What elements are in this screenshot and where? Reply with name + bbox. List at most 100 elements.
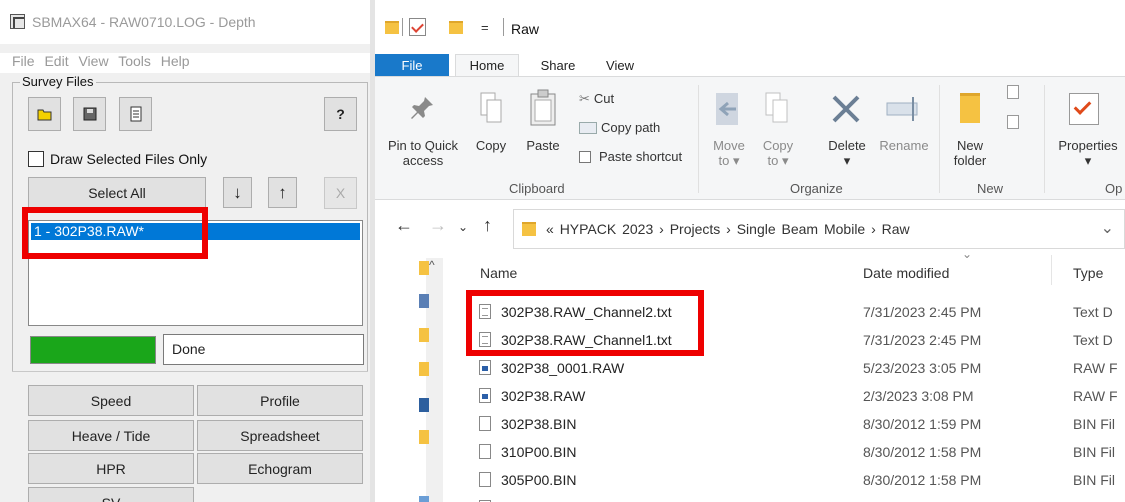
column-divider[interactable] xyxy=(1051,255,1052,285)
menu-bar: File Edit View Tools Help xyxy=(0,53,370,73)
cut-button[interactable]: ✂ Cut xyxy=(579,91,614,106)
file-date: 7/31/2023 2:45 PM xyxy=(863,332,982,348)
paste-button[interactable]: Paste xyxy=(523,138,563,153)
file-row[interactable] xyxy=(471,497,1125,502)
annotation-highlight-box xyxy=(22,207,208,259)
move-up-button[interactable]: ↑ xyxy=(268,177,297,208)
app-icon xyxy=(10,14,25,29)
file-row[interactable]: 310P00.BIN 8/30/2012 1:58 PM BIN Fil xyxy=(471,441,1125,463)
folder-icon xyxy=(522,222,536,236)
folder-icon[interactable] xyxy=(419,430,429,444)
up-arrow-icon[interactable]: ↑ xyxy=(483,215,492,236)
properties-button[interactable]: Properties ▾ xyxy=(1055,138,1121,168)
speed-button[interactable]: Speed xyxy=(28,385,194,416)
profile-button[interactable]: Profile xyxy=(197,385,363,416)
window-title: Raw xyxy=(511,21,540,37)
file-date: 8/30/2012 1:59 PM xyxy=(863,416,982,432)
new-folder-icon[interactable] xyxy=(449,21,463,34)
menu-view[interactable]: View xyxy=(78,53,108,69)
rename-button[interactable]: Rename xyxy=(878,138,930,153)
move-to-button[interactable]: Move to ▾ xyxy=(709,138,749,168)
paste-icon xyxy=(530,89,556,126)
save-button[interactable] xyxy=(73,97,106,131)
building-icon[interactable] xyxy=(419,398,429,412)
file-row[interactable]: 302P38.RAW 2/3/2023 3:08 PM RAW F xyxy=(471,385,1125,407)
breadcrumb-path[interactable]: HYPACK 2023 › Projects › Single Beam Mob… xyxy=(560,221,910,237)
draw-selected-checkbox[interactable]: Draw Selected Files Only xyxy=(28,150,207,168)
quick-access-toolbar: = Raw xyxy=(375,0,1125,54)
new-folder-button[interactable]: New folder xyxy=(948,138,992,168)
file-type: RAW F xyxy=(1073,360,1118,376)
hpr-button[interactable]: HPR xyxy=(28,453,194,484)
folder-icon[interactable] xyxy=(419,261,429,275)
chevron-down-icon[interactable]: ⌄ xyxy=(1101,218,1114,238)
sort-chevron-icon: ⌄ xyxy=(962,247,973,261)
pin-to-quick-access-button[interactable]: Pin to Quick access xyxy=(383,138,463,168)
menu-help[interactable]: Help xyxy=(161,53,190,69)
scroll-up-icon[interactable]: ^ xyxy=(429,258,435,272)
save-icon xyxy=(83,107,96,121)
recent-locations-icon[interactable]: ⌄ xyxy=(458,220,468,234)
file-type: RAW F xyxy=(1073,388,1118,404)
properties-icon xyxy=(1069,93,1099,125)
customize-toolbar-icon[interactable]: = xyxy=(481,20,489,35)
breadcrumb-overflow[interactable]: « xyxy=(546,221,554,237)
file-row[interactable]: 302P38_0001.RAW 5/23/2023 3:05 PM RAW F xyxy=(471,357,1125,379)
remove-file-button[interactable]: X xyxy=(324,177,357,209)
file-type: BIN Fil xyxy=(1073,472,1115,488)
copy-button[interactable]: Copy xyxy=(471,138,511,153)
copy-path-icon xyxy=(579,122,597,134)
properties-check-icon[interactable] xyxy=(409,18,426,36)
echogram-button[interactable]: Echogram xyxy=(197,453,363,484)
column-name[interactable]: Name xyxy=(480,265,517,281)
computer-icon[interactable] xyxy=(419,496,429,502)
tab-file[interactable]: File xyxy=(375,54,449,76)
tab-home[interactable]: Home xyxy=(455,54,519,76)
folder-icon[interactable] xyxy=(419,328,429,342)
new-item-icon[interactable] xyxy=(1007,85,1019,99)
file-type: Text D xyxy=(1073,304,1113,320)
paste-shortcut-button[interactable]: Paste shortcut xyxy=(579,149,682,164)
back-arrow-icon[interactable]: ← xyxy=(395,215,413,236)
file-date: 2/3/2023 3:08 PM xyxy=(863,388,974,404)
paste-shortcut-icon xyxy=(579,151,591,163)
folder-icon[interactable] xyxy=(419,362,429,376)
help-button[interactable]: ? xyxy=(324,97,357,131)
raw-file-icon xyxy=(479,388,491,403)
address-bar[interactable]: « HYPACK 2023 › Projects › Single Beam M… xyxy=(513,209,1125,249)
raw-file-icon xyxy=(479,360,491,375)
copy-path-label: Copy path xyxy=(601,120,661,135)
menu-edit[interactable]: Edit xyxy=(44,53,68,69)
copy-to-button[interactable]: Copy to ▾ xyxy=(758,138,798,168)
copy-to-icon xyxy=(765,92,788,123)
column-date-modified[interactable]: Date modified xyxy=(863,265,949,281)
file-row[interactable]: 305P00.BIN 8/30/2012 1:58 PM BIN Fil xyxy=(471,469,1125,491)
draw-selected-label: Draw Selected Files Only xyxy=(50,151,208,167)
file-type: Text D xyxy=(1073,332,1113,348)
tab-share[interactable]: Share xyxy=(533,54,583,76)
forward-arrow-icon[interactable]: → xyxy=(429,215,447,236)
move-down-button[interactable]: ↓ xyxy=(223,177,252,208)
select-all-button[interactable]: Select All xyxy=(28,177,206,209)
file-list-button[interactable] xyxy=(119,97,152,131)
copy-path-button[interactable]: Copy path xyxy=(579,120,660,135)
file-row[interactable]: 302P38.BIN 8/30/2012 1:59 PM BIN Fil xyxy=(471,413,1125,435)
pin-icon xyxy=(411,97,433,119)
breadcrumb[interactable]: « HYPACK 2023 › Projects › Single Beam M… xyxy=(546,221,910,237)
sbmax-window: SBMAX64 - RAW0710.LOG - Depth File Edit … xyxy=(0,0,370,502)
navigation-pane[interactable]: ^ xyxy=(375,258,453,502)
checkbox-box[interactable] xyxy=(28,151,44,167)
menu-tools[interactable]: Tools xyxy=(118,53,151,69)
easy-access-icon[interactable] xyxy=(1007,115,1019,129)
spreadsheet-button[interactable]: Spreadsheet xyxy=(197,420,363,451)
heave-tide-button[interactable]: Heave / Tide xyxy=(28,420,194,451)
address-row: ← → ⌄ ↑ « HYPACK 2023 › Projects › Singl… xyxy=(375,200,1125,258)
open-folder-button[interactable] xyxy=(28,97,61,131)
column-type[interactable]: Type xyxy=(1073,265,1103,281)
image-icon[interactable] xyxy=(419,294,429,308)
sv-button[interactable]: SV xyxy=(28,487,194,502)
menu-file[interactable]: File xyxy=(12,53,35,69)
scissors-icon: ✂ xyxy=(579,91,590,106)
tab-view[interactable]: View xyxy=(597,54,643,76)
delete-button[interactable]: Delete ▾ xyxy=(822,138,872,168)
